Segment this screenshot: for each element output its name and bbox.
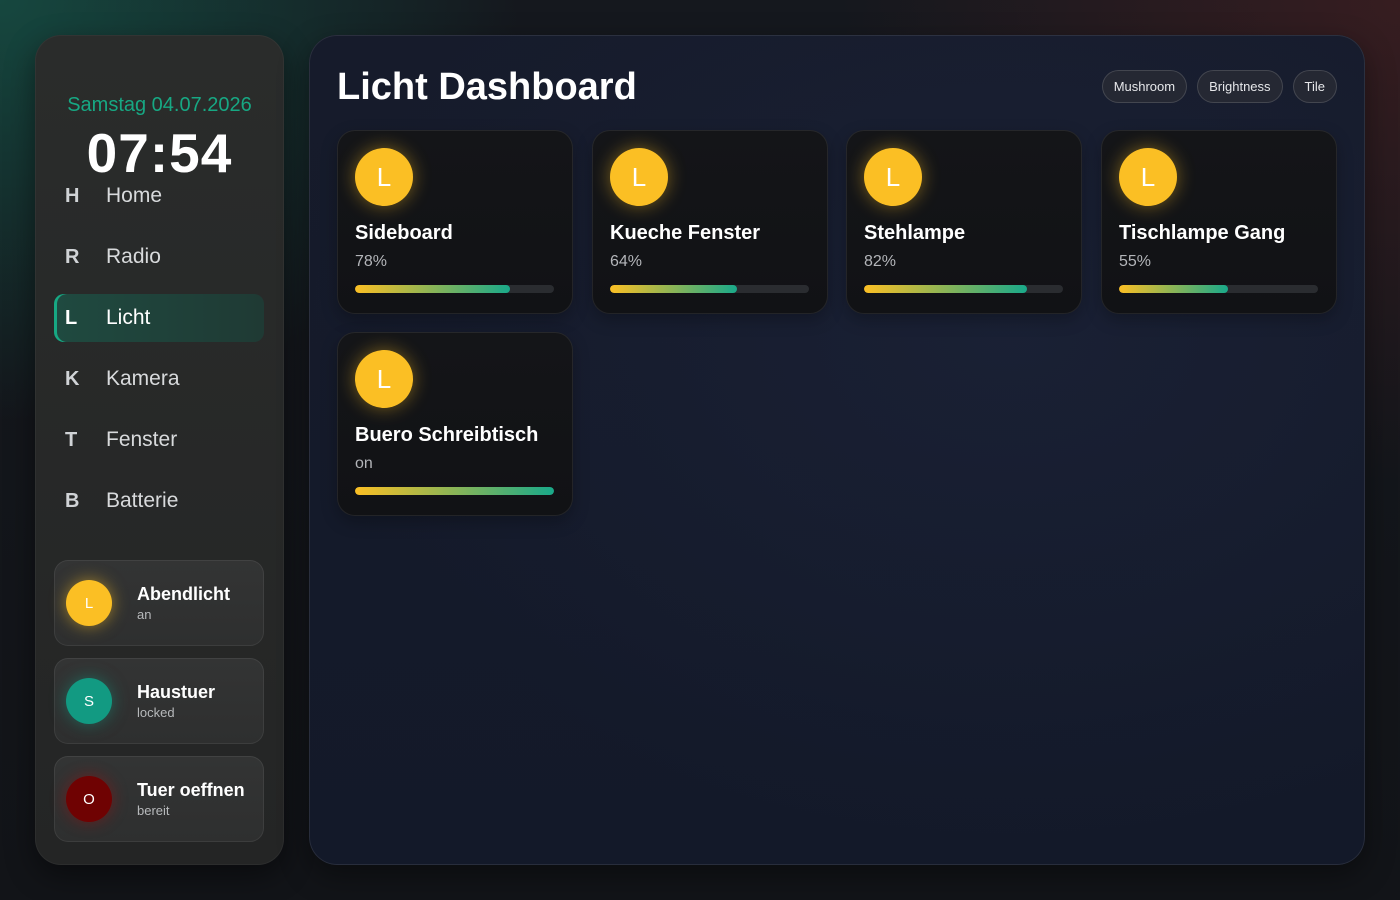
- lock-icon: S: [66, 678, 112, 724]
- nav-menu: H Home R Radio L Licht K Kamera T Fenste…: [54, 172, 264, 538]
- brightness-fill: [355, 487, 554, 495]
- quick-card-text: Tuer oeffnen bereit: [137, 779, 245, 820]
- nav-item-batterie[interactable]: B Batterie: [54, 477, 264, 525]
- chip-mushroom[interactable]: Mushroom: [1101, 70, 1188, 103]
- nav-item-label: Radio: [106, 245, 161, 268]
- brightness-bar[interactable]: [864, 285, 1063, 293]
- nav-item-licht[interactable]: L Licht: [54, 294, 264, 342]
- light-state: 64%: [610, 253, 643, 270]
- brightness-bar[interactable]: [355, 285, 554, 293]
- light-icon: L: [65, 306, 78, 329]
- brightness-bar[interactable]: [1119, 285, 1318, 293]
- light-bulb-icon: L: [355, 350, 413, 408]
- battery-icon: B: [65, 489, 80, 512]
- door-open-icon: O: [66, 776, 112, 822]
- light-card-buero-schreibtisch[interactable]: L Buero Schreibtisch on: [337, 332, 573, 516]
- nav-item-label: Fenster: [106, 428, 178, 451]
- quick-card-abendlicht[interactable]: L Abendlicht an: [54, 560, 264, 646]
- home-icon: H: [65, 184, 80, 207]
- date-label: Samstag 04.07.2026: [67, 94, 252, 116]
- sidebar: Samstag 04.07.2026 07:54 H Home R Radio …: [35, 35, 284, 865]
- chip-brightness[interactable]: Brightness: [1197, 70, 1283, 103]
- quick-card-title: Tuer oeffnen: [137, 779, 245, 800]
- quick-card-tuer-oeffnen[interactable]: O Tuer oeffnen bereit: [54, 756, 264, 842]
- nav-item-radio[interactable]: R Radio: [54, 233, 264, 281]
- nav-item-label: Licht: [106, 306, 151, 329]
- brightness-bar[interactable]: [355, 487, 554, 495]
- quick-card-title: Abendlicht: [137, 583, 230, 604]
- light-name: Kueche Fenster: [610, 222, 761, 244]
- light-state: 82%: [864, 253, 897, 270]
- nav-item-kamera[interactable]: K Kamera: [54, 355, 264, 403]
- light-icon: L: [66, 580, 112, 626]
- light-state: 55%: [1119, 253, 1152, 270]
- light-card-stehlampe[interactable]: L Stehlampe 82%: [846, 130, 1082, 314]
- quick-card-status: bereit: [137, 802, 170, 818]
- light-bulb-icon: L: [610, 148, 668, 206]
- brightness-fill: [864, 285, 1028, 293]
- brightness-bar[interactable]: [610, 285, 809, 293]
- quick-card-status: locked: [137, 704, 175, 720]
- camera-icon: K: [65, 367, 80, 390]
- light-card-sideboard[interactable]: L Sideboard 78%: [337, 130, 573, 314]
- radio-icon: R: [65, 245, 80, 268]
- brightness-fill: [1119, 285, 1229, 293]
- quick-card-status: an: [137, 606, 152, 622]
- quick-card-title: Haustuer: [137, 681, 216, 702]
- brightness-fill: [610, 285, 738, 293]
- light-card-tischlampe-gang[interactable]: L Tischlampe Gang 55%: [1101, 130, 1337, 314]
- light-bulb-icon: L: [864, 148, 922, 206]
- chip-tile[interactable]: Tile: [1292, 70, 1337, 103]
- quick-card-text: Abendlicht an: [137, 583, 230, 624]
- nav-item-fenster[interactable]: T Fenster: [54, 416, 264, 464]
- light-name: Stehlampe: [864, 222, 966, 244]
- nav-item-label: Kamera: [106, 367, 180, 390]
- nav-item-home[interactable]: H Home: [54, 172, 264, 220]
- light-state: 78%: [355, 253, 388, 270]
- window-icon: T: [65, 428, 78, 451]
- light-name: Sideboard: [355, 222, 453, 244]
- quick-card-text: Haustuer locked: [137, 681, 215, 722]
- nav-item-label: Batterie: [106, 489, 179, 512]
- view-chips: Mushroom Brightness Tile: [1101, 70, 1337, 103]
- light-name: Tischlampe Gang: [1119, 222, 1286, 244]
- brightness-fill: [355, 285, 511, 293]
- light-name: Buero Schreibtisch: [355, 424, 539, 446]
- light-bulb-icon: L: [1119, 148, 1177, 206]
- page-title: Licht Dashboard: [337, 66, 637, 108]
- light-state: on: [355, 455, 373, 472]
- light-bulb-icon: L: [355, 148, 413, 206]
- quick-actions: L Abendlicht an S Haustuer locked O Tuer…: [54, 560, 264, 854]
- nav-item-label: Home: [106, 184, 163, 207]
- main-panel: Licht Dashboard Mushroom Brightness Tile…: [309, 35, 1365, 865]
- quick-card-haustuer[interactable]: S Haustuer locked: [54, 658, 264, 744]
- light-card-kueche-fenster[interactable]: L Kueche Fenster 64%: [592, 130, 828, 314]
